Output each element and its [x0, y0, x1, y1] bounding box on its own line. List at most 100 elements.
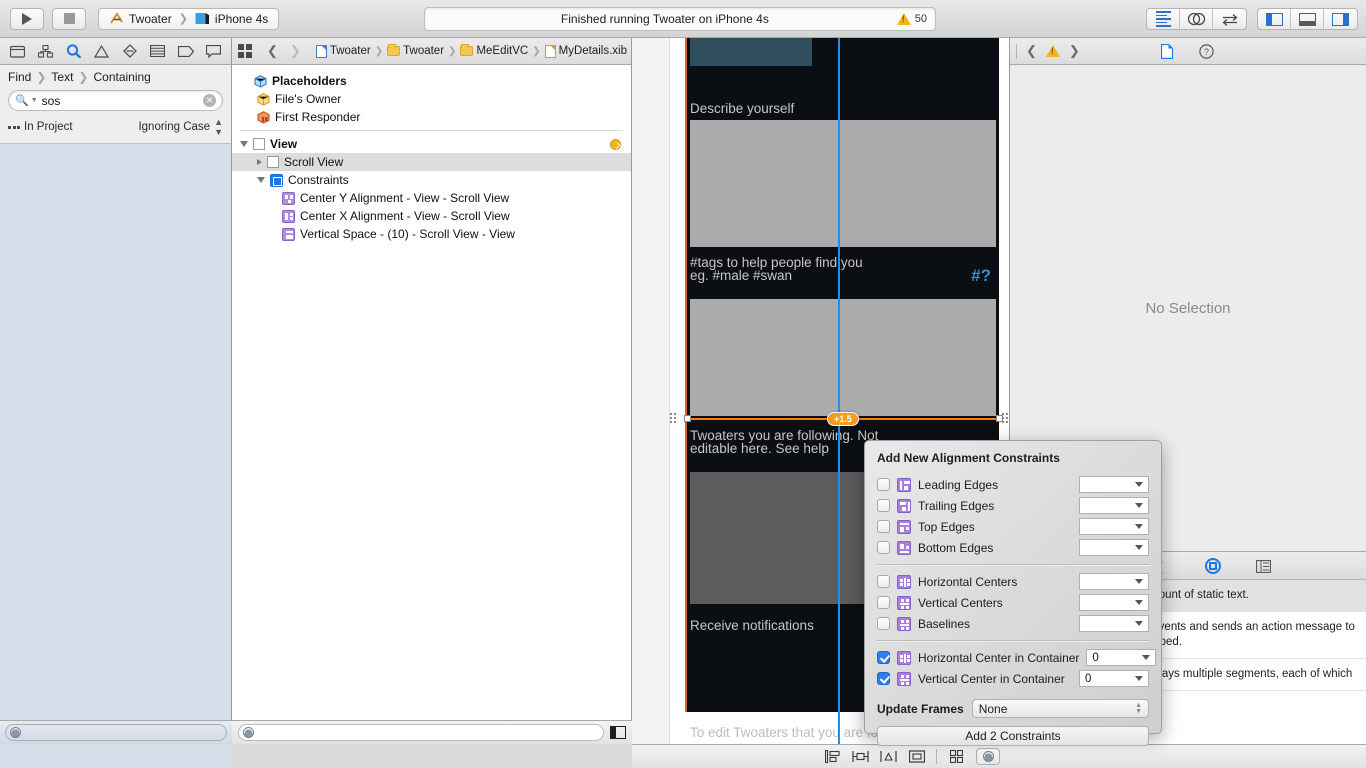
top-edges-value[interactable]: [1079, 518, 1149, 535]
constraint-row-vertical-center-container[interactable]: Vertical Center in Container 0: [877, 668, 1149, 689]
tree-row-first-responder[interactable]: 1 First Responder: [232, 108, 631, 126]
vertical-center-container-value[interactable]: 0: [1079, 670, 1149, 687]
toggle-debug-area-button[interactable]: [1291, 9, 1324, 29]
update-frames-select[interactable]: None ▲ ▼: [971, 699, 1149, 718]
object-library-icon[interactable]: [1205, 558, 1221, 574]
constraint-row-baselines[interactable]: Baselines: [877, 613, 1149, 634]
clear-search-icon[interactable]: ✕: [203, 94, 216, 107]
breakpoint-navigator-icon[interactable]: [177, 44, 194, 59]
horizontal-center-container-value[interactable]: 0: [1086, 649, 1157, 666]
stop-button[interactable]: [52, 7, 86, 30]
quick-help-icon[interactable]: ?: [1199, 43, 1215, 59]
issue-navigator-icon[interactable]: [93, 44, 110, 59]
zoom-icon[interactable]: [976, 748, 1000, 765]
test-navigator-icon[interactable]: [121, 44, 138, 59]
tree-row-constraint[interactable]: Center Y Alignment - View - Scroll View: [232, 189, 631, 207]
add-alignment-constraints-popover[interactable]: Add New Alignment Constraints Leading Ed…: [864, 440, 1162, 746]
vertical-center-container-checkbox[interactable]: [877, 672, 890, 685]
symbol-navigator-icon[interactable]: [37, 44, 54, 59]
breadcrumb-item-project[interactable]: Twoater: [315, 44, 371, 58]
describe-textview[interactable]: [690, 120, 996, 247]
horizontal-centers-checkbox[interactable]: [877, 575, 890, 588]
resolve-issues-icon[interactable]: [880, 749, 897, 764]
constraint-row-vertical-centers[interactable]: Vertical Centers: [877, 592, 1149, 613]
disclosure-triangle-icon[interactable]: [257, 177, 265, 183]
status-badge[interactable]: [610, 138, 621, 150]
grid-icon[interactable]: [948, 749, 965, 764]
constraint-row-horizontal-centers[interactable]: Horizontal Centers: [877, 571, 1149, 592]
breadcrumb-item-file[interactable]: MyDetails.xib: [544, 44, 627, 58]
hash-help-button[interactable]: #?: [971, 266, 991, 286]
vertical-centers-value[interactable]: [1079, 594, 1149, 611]
warning-indicator[interactable]: 50: [896, 13, 927, 25]
assistant-editor-button[interactable]: [1180, 9, 1213, 29]
related-items-icon[interactable]: [238, 44, 252, 58]
disclosure-triangle-icon[interactable]: [240, 141, 248, 147]
tree-row-placeholders[interactable]: Placeholders: [232, 72, 631, 90]
top-edges-checkbox[interactable]: [877, 520, 890, 533]
tags-textview[interactable]: [690, 299, 996, 416]
outline-filter-input[interactable]: [238, 724, 604, 741]
vertical-centers-checkbox[interactable]: [877, 596, 890, 609]
previous-issue-button[interactable]: ❮: [1023, 43, 1040, 59]
tree-row-constraints[interactable]: Constraints: [232, 171, 631, 189]
disclosure-triangle-icon[interactable]: [257, 159, 262, 165]
trailing-edges-value[interactable]: [1079, 497, 1149, 514]
find-crumb-find[interactable]: Find: [8, 70, 31, 84]
project-navigator-icon[interactable]: [9, 44, 26, 59]
constraint-row-leading-edges[interactable]: Leading Edges: [877, 474, 1149, 495]
tree-row-files-owner[interactable]: File's Owner: [232, 90, 631, 108]
file-inspector-icon[interactable]: [1159, 43, 1175, 59]
tree-row-constraint[interactable]: Vertical Space - (10) - Scroll View - Vi…: [232, 225, 631, 243]
bottom-edges-checkbox[interactable]: [877, 541, 890, 554]
case-option[interactable]: Ignoring Case ▲ ▼: [138, 117, 223, 137]
navigator-filter-input[interactable]: [5, 724, 227, 741]
leading-edges-value[interactable]: [1079, 476, 1149, 493]
resize-grip-right[interactable]: [1002, 413, 1008, 423]
tree-row-constraint[interactable]: Center X Alignment - View - Scroll View: [232, 207, 631, 225]
debug-navigator-icon[interactable]: [149, 44, 166, 59]
next-issue-button[interactable]: ❯: [1066, 43, 1083, 59]
baselines-value[interactable]: [1079, 615, 1149, 632]
horizontal-center-container-checkbox[interactable]: [877, 651, 890, 664]
outline-tree: Placeholders File's Owner 1 First Respon…: [232, 65, 631, 243]
warning-icon[interactable]: [1045, 45, 1060, 57]
find-crumb-text[interactable]: Text: [51, 70, 73, 84]
tree-row-view[interactable]: View: [232, 135, 631, 153]
trailing-edges-checkbox[interactable]: [877, 499, 890, 512]
search-input[interactable]: 🔍 ▼ sos ✕: [8, 90, 223, 111]
media-library-icon[interactable]: [1255, 559, 1271, 574]
run-button[interactable]: [10, 7, 44, 30]
resize-grip-left[interactable]: [670, 413, 676, 423]
constraint-handle-left[interactable]: [684, 415, 691, 422]
chevron-down-icon[interactable]: ▼: [31, 97, 38, 104]
leading-edges-checkbox[interactable]: [877, 478, 890, 491]
outline-toggle-icon[interactable]: [610, 726, 626, 739]
version-editor-button[interactable]: [1213, 9, 1246, 29]
back-button[interactable]: ❮: [264, 43, 281, 59]
toggle-utilities-button[interactable]: [1324, 9, 1357, 29]
standard-editor-button[interactable]: [1147, 9, 1180, 29]
breadcrumb-item-group[interactable]: Twoater: [387, 44, 444, 57]
toggle-navigator-button[interactable]: [1258, 9, 1291, 29]
constraint-row-bottom-edges[interactable]: Bottom Edges: [877, 537, 1149, 558]
constraint-row-trailing-edges[interactable]: Trailing Edges: [877, 495, 1149, 516]
breadcrumb-item-subgroup[interactable]: MeEditVC: [460, 44, 528, 57]
baselines-checkbox[interactable]: [877, 617, 890, 630]
constraint-row-top-edges[interactable]: Top Edges: [877, 516, 1149, 537]
tree-row-scroll-view[interactable]: Scroll View: [232, 153, 631, 171]
forward-button[interactable]: ❯: [287, 43, 304, 59]
constraint-row-horizontal-center-container[interactable]: Horizontal Center in Container 0: [877, 647, 1157, 668]
find-navigator-icon[interactable]: [65, 44, 82, 59]
find-crumb-containing[interactable]: Containing: [93, 70, 150, 84]
in-project-scope[interactable]: In Project: [8, 121, 73, 133]
constraint-value-badge[interactable]: +1.5: [827, 412, 859, 426]
add-constraints-button[interactable]: Add 2 Constraints: [877, 726, 1149, 746]
report-navigator-icon[interactable]: [205, 44, 222, 59]
horizontal-centers-value[interactable]: [1079, 573, 1149, 590]
bottom-edges-value[interactable]: [1079, 539, 1149, 556]
embed-in-icon[interactable]: [908, 749, 925, 764]
align-icon[interactable]: [824, 749, 841, 764]
scheme-selector[interactable]: Twoater ❯ iPhone 4s: [98, 7, 280, 30]
pin-icon[interactable]: [852, 749, 869, 764]
